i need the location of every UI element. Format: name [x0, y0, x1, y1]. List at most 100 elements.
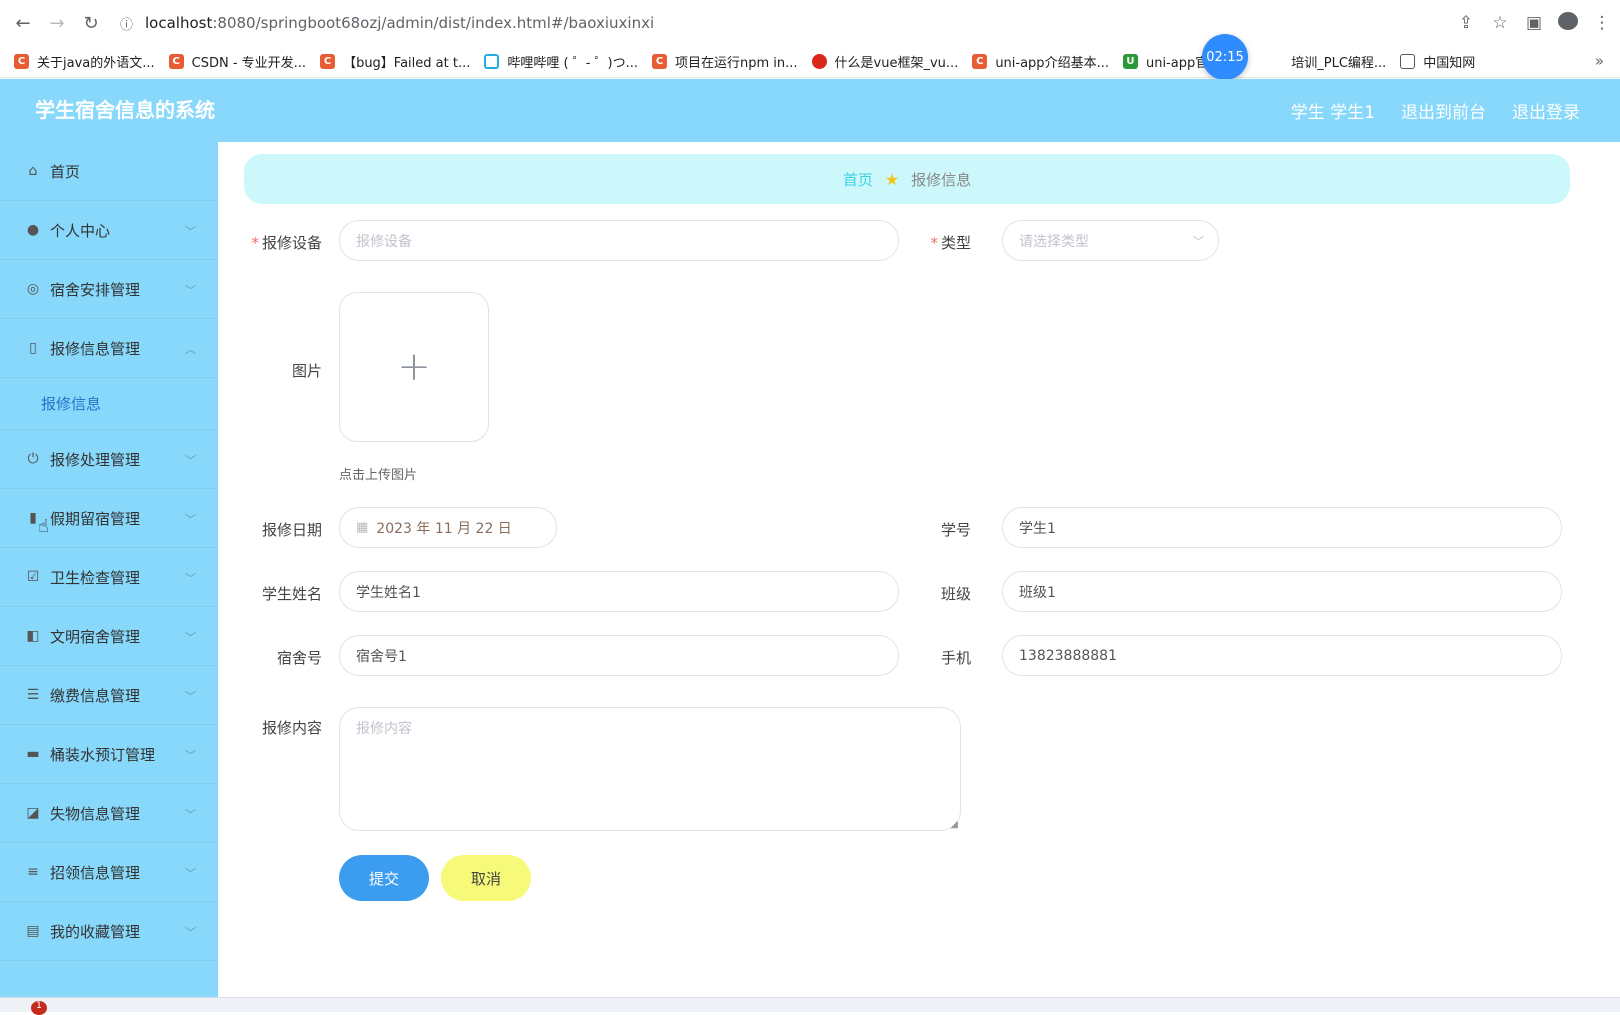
name-input[interactable]: 学生姓名1 — [339, 571, 899, 612]
csdn-icon: C — [972, 54, 988, 69]
uniapp-icon: U — [1122, 54, 1138, 69]
mouse-cursor-icon: ☝ — [38, 516, 49, 537]
image-label: 图片 — [291, 362, 322, 380]
sidebar-item-home[interactable]: ⌂ 首页 — [0, 142, 218, 201]
chevron-down-icon: ﹀ — [185, 749, 196, 762]
content-textarea[interactable]: 报修内容 ◢ — [339, 707, 961, 831]
bookmark-item[interactable]: 哔哩哔哩 ( ゜- ゜)つ... — [484, 52, 638, 71]
cancel-button[interactable]: 取消 — [441, 855, 531, 901]
sidebar-item-payment[interactable]: ☰ 缴费信息管理 ﹀ — [0, 666, 218, 725]
bookmark-item[interactable]: C 项目在运行npm in... — [652, 52, 798, 71]
bookmark-item[interactable]: 中国知网 — [1400, 52, 1475, 71]
home-icon: ⌂ — [28, 163, 38, 179]
bookmarks-more-icon[interactable]: » — [1595, 52, 1604, 70]
student-no-input[interactable]: 学生1 — [1002, 507, 1562, 548]
bookmark-item[interactable]: C 【bug】Failed at t... — [320, 52, 470, 71]
flag-icon: ◧ — [26, 628, 40, 644]
student-no-label: 学号 — [940, 521, 971, 539]
logout-link[interactable]: 退出登录 — [1512, 98, 1580, 123]
name-label: 学生姓名 — [261, 585, 322, 603]
forward-icon[interactable]: → — [40, 0, 74, 46]
chevron-down-icon: ﹀ — [185, 284, 196, 297]
device-input[interactable]: 报修设备 — [339, 220, 899, 261]
breadcrumb-current: 报修信息 — [911, 170, 972, 189]
exit-to-front-link[interactable]: 退出到前台 — [1401, 98, 1486, 123]
csdn-icon: C — [168, 54, 184, 69]
timer-badge[interactable]: 02:15 — [1202, 34, 1248, 80]
chevron-down-icon: ﹀ — [185, 690, 196, 703]
phone-label: 手机 — [940, 649, 971, 667]
power-icon: ⏻ — [27, 451, 39, 467]
dorm-input[interactable]: 宿舍号1 — [339, 635, 899, 676]
bookmark-item[interactable]: 培训_PLC编程... — [1291, 52, 1386, 71]
bookmark-item[interactable]: C 关于java的外语文... — [14, 52, 155, 71]
chevron-down-icon: ﹀ — [185, 454, 196, 467]
back-icon[interactable]: ← — [6, 0, 40, 46]
star-icon: ★ — [884, 169, 900, 189]
main-content: 首页 ★ 报修信息 * 报修设备 报修设备 * 类型 请选择类型 ﹀ 图片 + 点击上… — [218, 142, 1620, 997]
date-label: 报修日期 — [261, 521, 322, 539]
sidebar-item-dorm-arrange[interactable]: ◎ 宿舍安排管理 ﹀ — [0, 260, 218, 319]
address-bar[interactable]: ⓘ localhost:8080/springboot68ozj/admin/d… — [120, 14, 654, 33]
reload-icon[interactable]: ↻ — [74, 0, 108, 46]
notification-badge[interactable]: 1 — [31, 1001, 47, 1015]
sidebar-item-water-order[interactable]: ▬ 桶装水预订管理 ﹀ — [0, 725, 218, 784]
csdn-icon: C — [652, 54, 667, 69]
breadcrumb: 首页 ★ 报修信息 — [244, 154, 1570, 204]
date-picker[interactable]: ▦ 2023 年 11 月 22 日 — [339, 507, 557, 548]
share-icon[interactable]: ⇪ — [1456, 13, 1476, 33]
bookmark-item[interactable]: 什么是vue框架_vu... — [811, 52, 958, 71]
chevron-down-icon: ﹀ — [185, 926, 196, 939]
sidebar-item-holiday-stay[interactable]: ▮ 假期留宿管理 ﹀ — [0, 489, 218, 548]
url-path: :8080/springboot68ozj/admin/dist/index.h… — [212, 14, 655, 32]
breadcrumb-home[interactable]: 首页 — [843, 169, 873, 190]
sidebar: ⌂ 首页 ● 个人中心 ﹀ ◎ 宿舍安排管理 ﹀ ▯ 报修信息管理 ︿ 报修信息 ⏻ 报修处理管… — [0, 142, 218, 997]
phone-icon: ▯ — [29, 340, 37, 356]
sidepanel-icon[interactable]: ▣ — [1524, 13, 1544, 33]
class-input[interactable]: 班级1 — [1002, 571, 1562, 612]
site-icon — [811, 54, 827, 69]
sidebar-item-civilized-dorm[interactable]: ◧ 文明宿舍管理 ﹀ — [0, 607, 218, 666]
info-icon[interactable]: ⓘ — [120, 14, 133, 33]
taskbar: 1 — [0, 997, 1620, 1015]
url-host: localhost — [145, 14, 213, 32]
current-user: 学生 学生1 — [1290, 103, 1375, 123]
sidebar-item-hygiene[interactable]: ☑ 卫生检查管理 ﹀ — [0, 548, 218, 607]
csdn-icon: C — [320, 54, 336, 69]
app-header: 学生宿舍信息的系统 学生 学生1 退出到前台 退出登录 — [0, 79, 1620, 142]
type-select[interactable]: 请选择类型 ﹀ — [1002, 220, 1219, 261]
image-upload[interactable]: + — [339, 292, 489, 442]
submit-button[interactable]: 提交 — [339, 855, 429, 901]
bookmark-item[interactable]: C CSDN - 专业开发... — [168, 52, 306, 71]
menu-icon[interactable]: ⋮ — [1592, 13, 1612, 33]
phone-input[interactable]: 13823888881 — [1002, 635, 1562, 676]
sidebar-item-repair-process[interactable]: ⏻ 报修处理管理 ﹀ — [0, 430, 218, 489]
chevron-down-icon: ﹀ — [185, 808, 196, 821]
dorm-label: 宿舍号 — [276, 649, 322, 667]
bookmarks-bar: C 关于java的外语文... C CSDN - 专业开发... C 【bug】Fai… — [0, 46, 1620, 78]
chevron-down-icon: ﹀ — [185, 572, 196, 585]
user-icon: ● — [26, 222, 40, 238]
sidebar-item-lost-items[interactable]: ◪ 失物信息管理 ﹀ — [0, 784, 218, 843]
calendar-icon: ▦ — [356, 520, 369, 535]
menu-lines-icon: ≡ — [27, 864, 39, 880]
resize-grip-icon[interactable]: ◢ — [950, 819, 958, 830]
monitor-icon: ▬ — [26, 746, 40, 762]
sidebar-item-claim[interactable]: ≡ 招领信息管理 ﹀ — [0, 843, 218, 902]
browser-toolbar: ← → ↻ ⓘ localhost:8080/springboot68ozj/a… — [0, 0, 1620, 46]
class-label: 班级 — [940, 585, 971, 603]
upload-tip: 点击上传图片 — [339, 468, 418, 483]
sidebar-item-favorites[interactable]: ▤ 我的收藏管理 ﹀ — [0, 902, 218, 961]
briefcase-icon: ▤ — [26, 923, 40, 939]
sidebar-item-repair-manage[interactable]: ▯ 报修信息管理 ︿ — [0, 319, 218, 378]
chevron-up-icon: ︿ — [185, 343, 196, 356]
sidebar-subitem-repair-info[interactable]: 报修信息 — [0, 378, 218, 430]
sidebar-item-profile[interactable]: ● 个人中心 ﹀ — [0, 201, 218, 260]
bookmark-item[interactable]: Cuni-app介绍基本... — [972, 52, 1109, 71]
profile-icon[interactable] — [1558, 11, 1578, 35]
star-icon[interactable]: ☆ — [1490, 13, 1510, 33]
chevron-down-icon: ﹀ — [185, 631, 196, 644]
device-label: * 报修设备 — [251, 234, 322, 252]
bilibili-icon — [484, 54, 500, 69]
check-icon: ☑ — [26, 569, 40, 585]
